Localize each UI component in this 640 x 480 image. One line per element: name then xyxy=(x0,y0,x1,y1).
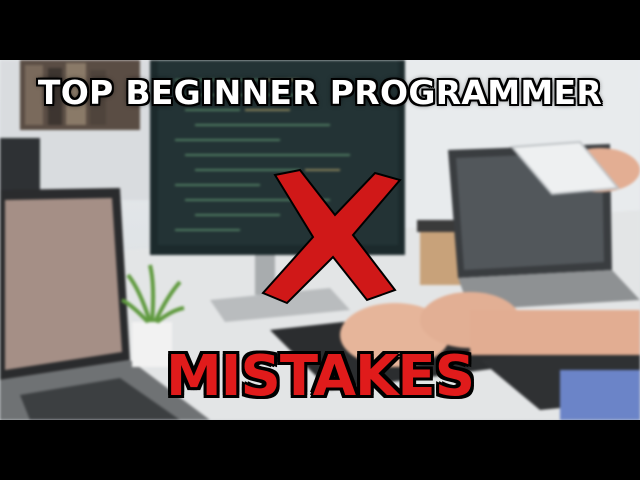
thumbnail-subtitle: MISTAKES xyxy=(165,344,475,409)
letterbox-top xyxy=(0,0,640,60)
video-thumbnail: TOP BEGINNER PROGRAMMER MISTAKES xyxy=(0,0,640,480)
letterbox-bottom xyxy=(0,420,640,480)
x-mark-icon xyxy=(261,168,402,305)
thumbnail-title: TOP BEGINNER PROGRAMMER xyxy=(37,73,603,112)
